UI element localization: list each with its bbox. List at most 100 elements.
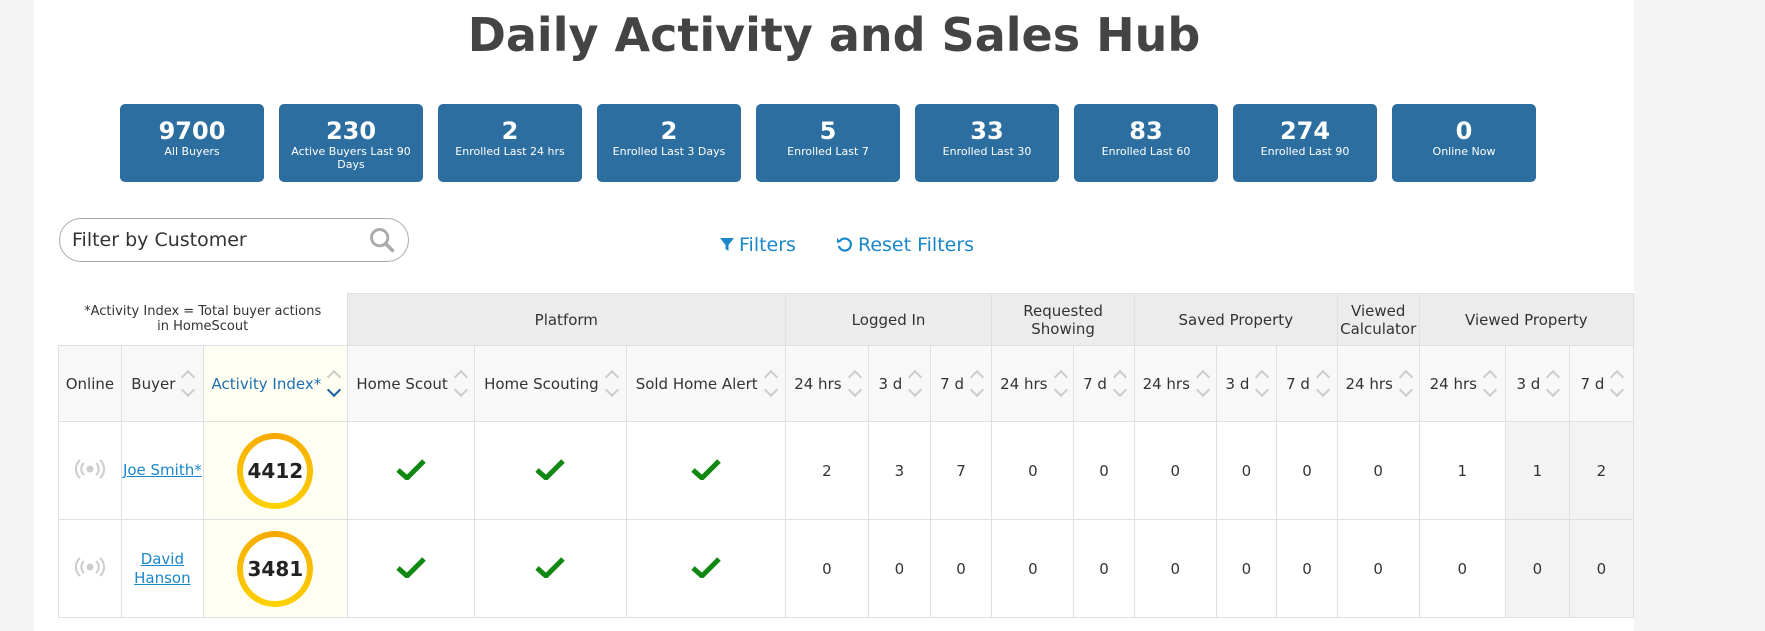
table-cell: 0: [1215, 519, 1278, 618]
activity-index-ring: 4412: [237, 432, 314, 509]
sort-icon: [908, 369, 923, 398]
sort-icon: [1546, 369, 1561, 398]
table-cell: 0: [1418, 519, 1506, 618]
check-icon: [535, 458, 566, 480]
table-cell: 0: [1568, 519, 1635, 618]
table-cell: 0: [1336, 519, 1420, 618]
col-viewed-24h[interactable]: 24 hrs: [1418, 345, 1506, 422]
table-cell: 1: [1418, 421, 1506, 520]
sort-icon: [969, 369, 985, 398]
col-logged-3d[interactable]: 3 d: [868, 345, 931, 422]
reset-filters-label: Reset Filters: [857, 234, 975, 256]
sort-icon: [1053, 369, 1068, 398]
search-input[interactable]: [72, 229, 368, 251]
table-cell: 3: [868, 421, 931, 520]
table-cell: 0: [1073, 519, 1135, 618]
sort-icon: [1610, 369, 1625, 398]
check-icon: [690, 556, 721, 578]
buyer-link[interactable]: David Hanson: [134, 550, 190, 587]
stat-online-now[interactable]: 0 Online Now: [1392, 104, 1536, 182]
group-requested-showing: Requested Showing: [991, 293, 1135, 346]
table-cell: 0: [1215, 421, 1278, 520]
sort-icon: [763, 369, 778, 398]
table-row: Joe Smith* 4412 2 3 7 0 0 0 0 0 0 1 1 2: [58, 421, 1635, 520]
broadcast-icon: [74, 458, 105, 479]
table-cell: 0: [1336, 421, 1420, 520]
col-viewed-7d[interactable]: 7 d: [1568, 345, 1635, 422]
customer-search: [59, 218, 409, 262]
table-cell: 0: [1073, 421, 1135, 520]
stat-enrolled-3d[interactable]: 2 Enrolled Last 3 Days: [597, 104, 741, 182]
col-buyer[interactable]: Buyer: [120, 345, 204, 422]
col-home-scout[interactable]: Home Scout: [346, 345, 476, 422]
col-logged-24h[interactable]: 24 hrs: [784, 345, 870, 422]
col-saved-7d[interactable]: 7 d: [1276, 345, 1338, 422]
col-requested-24h[interactable]: 24 hrs: [991, 345, 1075, 422]
check-icon: [690, 458, 721, 480]
table-cell: 1: [1504, 421, 1570, 520]
online-indicator: [58, 519, 122, 618]
table-cell: 0: [929, 519, 993, 618]
table-cell: 2: [1568, 421, 1635, 520]
stat-enrolled-24h[interactable]: 2 Enrolled Last 24 hrs: [438, 104, 582, 182]
check-icon: [396, 556, 426, 578]
sort-icon: [1398, 369, 1413, 398]
funnel-icon: [720, 238, 734, 251]
filters-label: Filters: [739, 234, 796, 256]
activity-table: *Activity Index = Total buyer actions in…: [58, 293, 1635, 618]
table-cell: 0: [1133, 519, 1217, 618]
search-icon[interactable]: [368, 226, 396, 254]
col-logged-7d[interactable]: 7 d: [929, 345, 993, 422]
table-cell: 7: [929, 421, 993, 520]
stat-enrolled-30[interactable]: 33 Enrolled Last 30: [915, 104, 1059, 182]
online-indicator: [58, 421, 122, 520]
col-saved-24h[interactable]: 24 hrs: [1133, 345, 1217, 422]
group-platform: Platform: [346, 293, 786, 346]
table-cell: 0: [991, 421, 1075, 520]
filters-button[interactable]: Filters: [719, 234, 796, 256]
table-cell: 2: [784, 421, 870, 520]
table-cell: 0: [1276, 421, 1338, 520]
sort-icon: [604, 369, 619, 398]
sort-icon: [1482, 369, 1498, 398]
reset-icon: [836, 237, 852, 252]
sort-icon: [847, 369, 862, 398]
sort-desc-icon: [327, 369, 342, 398]
sort-icon: [181, 369, 196, 398]
stat-enrolled-7[interactable]: 5 Enrolled Last 7: [756, 104, 900, 182]
buyer-link[interactable]: Joe Smith*: [123, 461, 202, 479]
stat-active-buyers[interactable]: 230 Active Buyers Last 90 Days: [279, 104, 423, 182]
sort-icon: [1255, 369, 1270, 398]
table-cell: 0: [1504, 519, 1570, 618]
table-cell: 0: [868, 519, 931, 618]
table-cell: 0: [1133, 421, 1217, 520]
col-viewed-3d[interactable]: 3 d: [1504, 345, 1570, 422]
activity-index-ring: 3481: [237, 530, 314, 607]
stats-bar: 9700 All Buyers 230 Active Buyers Last 90 …: [120, 104, 1536, 182]
group-logged-in: Logged In: [784, 293, 993, 346]
col-saved-3d[interactable]: 3 d: [1215, 345, 1278, 422]
group-viewed-calculator: Viewed Calculator: [1336, 293, 1420, 346]
col-calculator-24h[interactable]: 24 hrs: [1336, 345, 1420, 422]
group-viewed-property: Viewed Property: [1418, 293, 1635, 346]
check-icon: [396, 458, 426, 480]
stat-enrolled-90[interactable]: 274 Enrolled Last 90: [1233, 104, 1377, 182]
col-activity-index[interactable]: Activity Index*: [202, 345, 348, 422]
table-cell: 0: [784, 519, 870, 618]
table-cell: 0: [991, 519, 1075, 618]
col-home-scouting[interactable]: Home Scouting: [474, 345, 627, 422]
sort-icon: [453, 369, 468, 398]
col-online[interactable]: Online: [58, 345, 122, 422]
group-saved-property: Saved Property: [1133, 293, 1338, 346]
page-container: Daily Activity and Sales Hub 9700 All Buy…: [34, 0, 1635, 631]
sort-icon: [1112, 369, 1128, 398]
reset-filters-button[interactable]: Reset Filters: [836, 234, 974, 256]
stat-all-buyers[interactable]: 9700 All Buyers: [120, 104, 264, 182]
stat-enrolled-60[interactable]: 83 Enrolled Last 60: [1074, 104, 1218, 182]
col-requested-7d[interactable]: 7 d: [1073, 345, 1135, 422]
check-icon: [535, 556, 566, 578]
col-sold-home-alert[interactable]: Sold Home Alert: [625, 345, 786, 422]
page-title: Daily Activity and Sales Hub: [467, 8, 1201, 62]
table-row: David Hanson 3481 0 0 0 0 0 0 0 0 0 0 0 …: [58, 519, 1635, 618]
filter-controls: Filters Reset Filters: [719, 234, 974, 256]
